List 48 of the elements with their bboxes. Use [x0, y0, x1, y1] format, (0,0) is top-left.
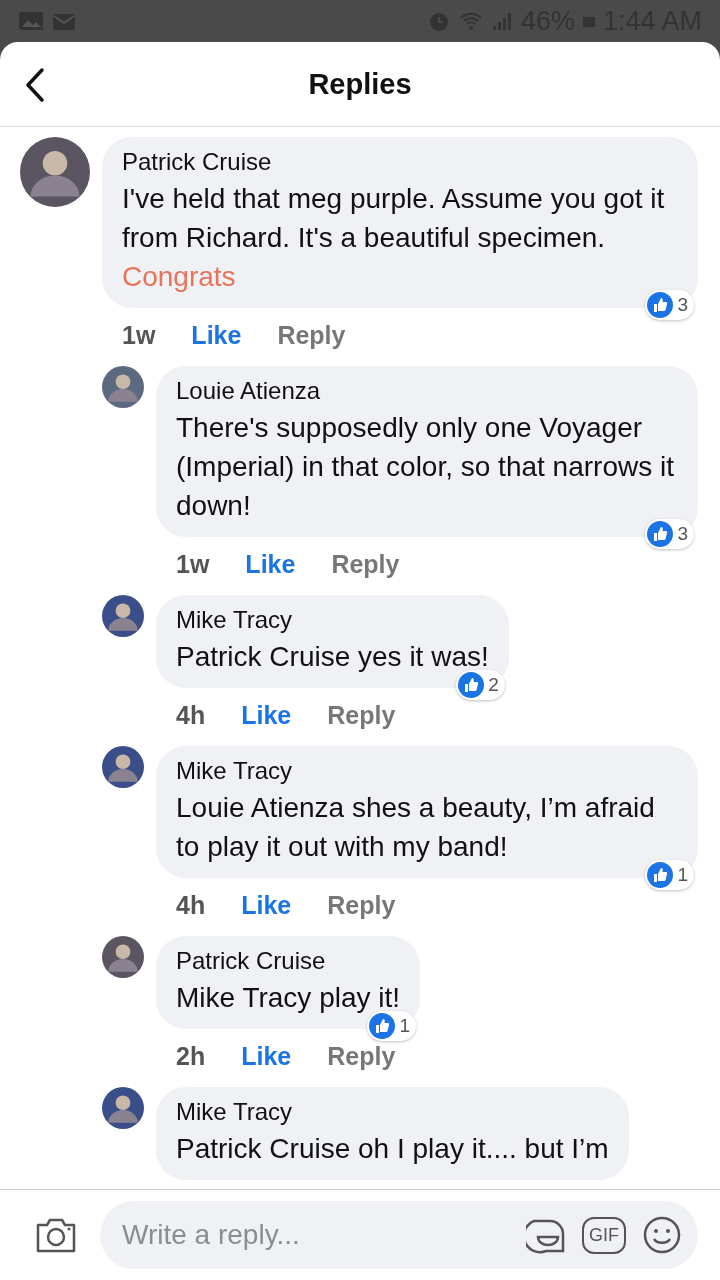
gif-button[interactable]: GIF [582, 1216, 626, 1254]
comment-time: 1w [122, 320, 156, 350]
avatar[interactable] [102, 936, 144, 978]
author-name[interactable]: Patrick Cruise [122, 147, 678, 177]
comment-time: 1w [176, 549, 210, 579]
reply-link[interactable]: Reply [277, 320, 346, 350]
avatar[interactable] [102, 1087, 144, 1129]
reply-link[interactable]: Reply [331, 549, 400, 579]
avatar[interactable] [102, 746, 144, 788]
reaction-count[interactable]: 1 [367, 1011, 417, 1041]
reaction-count[interactable]: 1 [645, 860, 694, 890]
like-link[interactable]: Like [241, 700, 292, 730]
thumbs-up-icon [647, 292, 674, 318]
image-icon [18, 10, 44, 32]
comment-time: 2h [176, 1041, 206, 1071]
reaction-count[interactable]: 3 [645, 290, 694, 320]
author-name[interactable]: Louie Atienza [176, 376, 678, 406]
thumbs-up-icon [369, 1013, 396, 1039]
reply-field[interactable]: Write a reply... GIF [100, 1201, 698, 1269]
reply-link[interactable]: Reply [327, 890, 396, 920]
thumbs-up-icon [647, 521, 674, 547]
like-link[interactable]: Like [245, 549, 296, 579]
like-link[interactable]: Like [191, 320, 242, 350]
emoji-button[interactable] [642, 1215, 682, 1255]
reaction-count[interactable]: 2 [456, 670, 505, 700]
avatar[interactable] [102, 366, 144, 408]
thumbs-up-icon [458, 672, 485, 698]
reaction-number: 3 [677, 294, 688, 316]
like-link[interactable]: Like [241, 890, 292, 920]
author-name[interactable]: Mike Tracy [176, 605, 489, 635]
author-name[interactable]: Patrick Cruise [176, 946, 401, 976]
comment-time: 4h [176, 890, 206, 920]
reply-link[interactable]: Reply [327, 1041, 396, 1071]
author-name[interactable]: Mike Tracy [176, 1097, 609, 1127]
reaction-number: 1 [399, 1015, 411, 1037]
comment-text: Patrick Cruise oh I play it.... but I’m [176, 1132, 609, 1166]
avatar[interactable] [102, 595, 144, 637]
comment-time: 4h [176, 700, 206, 730]
reaction-number: 2 [488, 674, 499, 696]
author-name[interactable]: Mike Tracy [176, 756, 678, 786]
like-link[interactable]: Like [241, 1041, 292, 1071]
reaction-number: 3 [677, 523, 688, 545]
reaction-count[interactable]: 3 [645, 519, 694, 549]
reaction-number: 1 [677, 864, 688, 886]
reply-link[interactable]: Reply [327, 700, 396, 730]
thumbs-up-icon [647, 862, 674, 888]
avatar[interactable] [20, 137, 90, 207]
page-title: Replies [308, 67, 412, 101]
